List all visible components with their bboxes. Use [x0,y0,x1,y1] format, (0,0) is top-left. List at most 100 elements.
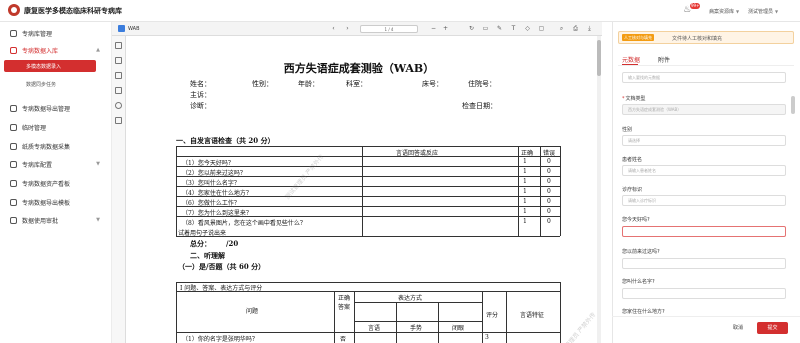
table-header: 正确 [521,150,534,157]
metadata-search-input[interactable]: 输入要找的元数据 [622,72,786,83]
panel-scrollbar[interactable] [791,96,795,114]
sidebar-item-asset-board[interactable]: 专病数据资产看板 [0,176,112,190]
fit-page-icon[interactable]: ▭ [482,25,489,32]
department-label: 病案资源库 [709,9,735,15]
patient-name-input[interactable]: 请输入患者姓名 [622,165,786,176]
department-selector[interactable]: 病案资源库 ▼ [709,8,739,15]
pdf-scrollbar[interactable] [597,36,601,343]
next-page-icon[interactable]: › [344,25,351,32]
search-icon[interactable]: ⌕ [558,25,565,32]
prev-page-icon[interactable]: ‹ [330,25,337,32]
import-icon [10,46,17,54]
table-cell: 1 [523,188,527,195]
sidebar-item-data-entry[interactable]: 专病数据入库 ▲ [0,43,112,57]
q1-input[interactable] [622,226,786,237]
download-icon[interactable]: ⤓ [586,25,593,32]
pdf-scroll-thumb[interactable] [597,40,601,76]
user-menu[interactable]: 测试管理员 ▼ [748,8,778,15]
sex-label: 性别 [622,127,633,133]
table-rule [362,146,363,236]
table-rule [176,236,560,237]
table-rule [354,321,482,322]
label-text: 文档类型 [625,96,646,102]
sidebar-item-config[interactable]: 专病库配置 ▼ [0,157,112,171]
doc-type-field[interactable]: 西方失语症成套测验（WAB） [622,104,786,115]
sidebar-item-export-template[interactable]: 专病数据导出模板 [0,195,112,209]
bookmark-icon[interactable] [115,72,122,79]
comment-icon[interactable]: ▢ [538,25,545,32]
file-icon [118,25,125,32]
table-rule [176,282,177,343]
table-rule [506,291,507,343]
table-header: 问题 [246,308,259,315]
highlight-icon[interactable]: ✎ [496,25,503,32]
table-rule [176,146,560,147]
field-diagnosis: 诊断： [190,102,211,110]
chevron-down-icon: ▼ [775,9,779,14]
table-cell: 0 [547,168,551,175]
sidebar-item-disease-db[interactable]: 专病库管理 [0,26,112,40]
table-rule [560,146,561,236]
sidebar-item-label: 专病数据入库 [22,47,59,55]
document-title: 西方失语症成套测验（WAB） [283,62,435,75]
section-listening: 二、听理解 [190,251,225,260]
paper-icon [10,142,17,150]
sidebar-item-label: 临时管理 [22,124,47,132]
sex-select[interactable]: 请选择 [622,135,786,146]
print-icon[interactable]: ⎙ [572,25,579,32]
hospital-logo [8,4,20,16]
visit-id-input[interactable]: 请输入诊疗标识 [622,195,786,206]
sidebar-item-label: 专病库管理 [22,30,53,38]
table-cell: 1 [523,178,527,185]
table-rule [334,291,335,343]
zoom-out-icon[interactable]: − [430,25,437,32]
table-header: 表达方式 [398,295,423,302]
pdf-file-name: WAB [128,26,140,32]
sidebar-item-export-mgmt[interactable]: 专病数据导出管理 [0,101,112,115]
zoom-in-icon[interactable]: + [442,25,449,32]
grid-icon [10,160,17,168]
attachment-icon[interactable] [115,117,122,124]
table-header: 错误 [543,150,556,157]
q2-input[interactable] [622,258,786,269]
tab-attachments[interactable]: 附件 [658,55,670,64]
table-cell: 否 [340,336,347,343]
visit-id-label: 诊疗标识 [622,187,643,193]
sidebar-item-temp-mgmt[interactable]: 临时管理 [0,120,112,134]
annotation-icon[interactable] [115,102,122,109]
chevron-down-icon: ▼ [96,161,100,167]
thumbnail-icon[interactable] [115,42,122,49]
table-rule [438,302,439,343]
shape-icon[interactable]: ◇ [524,25,531,32]
status-badge: 人工核对与填充 [622,34,654,41]
table-header: 言语特征 [520,312,545,319]
field-exam-date: 检查日期： [462,102,497,110]
patient-name-label: 患者姓名 [622,157,643,163]
table-cell: （1）您今天好吗？ [182,160,234,167]
table-rule [176,146,177,236]
sidebar-item-sync-task[interactable]: 数据同步任务 [4,78,96,90]
app-title: 康复医学多模态临床科研专病库 [24,7,122,15]
required-mark: * [622,96,625,102]
q3-input[interactable] [622,288,786,299]
sidebar-item-label: 数据使用审批 [22,217,59,225]
sidebar-item-approval[interactable]: 数据使用审批 ▼ [0,213,112,227]
layers-icon[interactable] [115,87,122,94]
submit-button[interactable]: 提交 [757,322,788,334]
outline-icon[interactable] [115,57,122,64]
table-cell: 0 [547,158,551,165]
chevron-up-icon: ▲ [96,47,100,53]
sidebar-item-paper-collect[interactable]: 纸质专病数据采集 [0,139,112,153]
rotate-icon[interactable]: ↻ [468,25,475,32]
table-cell: 1 [523,218,527,225]
tab-divider [618,65,794,66]
text-icon[interactable]: T [510,25,517,32]
cancel-button[interactable]: 取消 [724,323,752,334]
page-number-input[interactable]: 1 / 4 [360,25,418,33]
sidebar-item-multimodal-entry[interactable]: 多模态数据录入 [4,60,96,72]
tab-metadata[interactable]: 元数据 [622,55,640,64]
template-icon [10,198,17,206]
table-rule [560,282,561,343]
table-cell: （2）您以前来过这吗？ [182,170,246,177]
table-cell: 0 [547,178,551,185]
